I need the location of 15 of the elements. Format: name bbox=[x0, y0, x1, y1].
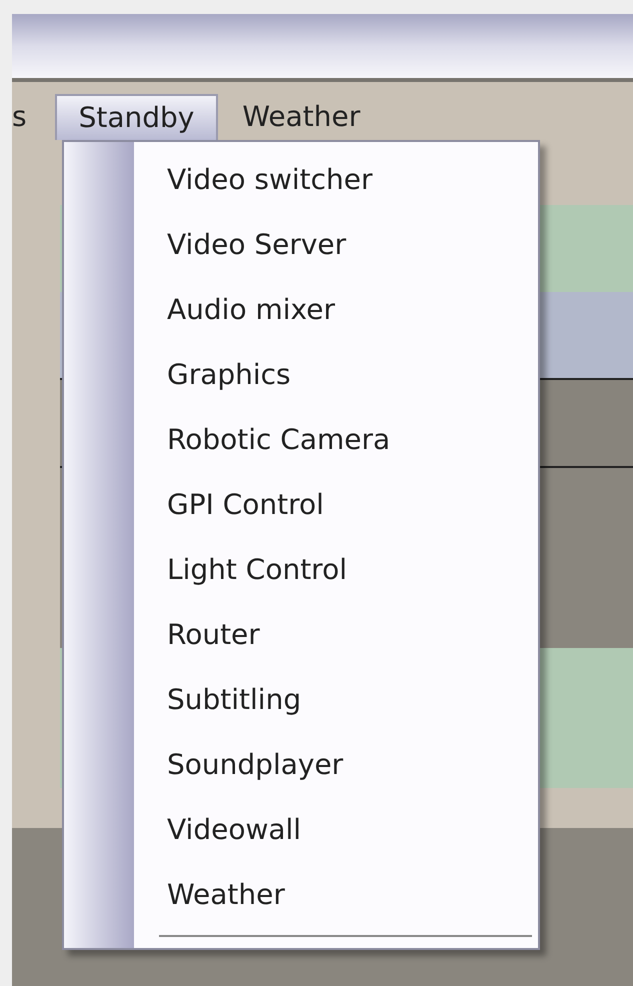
dropdown-item[interactable]: Graphics bbox=[167, 342, 532, 407]
menu-item[interactable]: Standby bbox=[54, 94, 218, 140]
dropdown-item[interactable]: Videowall bbox=[167, 797, 532, 862]
menu-item[interactable]: s bbox=[12, 94, 55, 140]
dropdown-item[interactable]: Video Server bbox=[167, 212, 532, 277]
dropdown-item[interactable]: Soundplayer bbox=[167, 732, 532, 797]
dropdown-item[interactable]: Video switcher bbox=[167, 147, 532, 212]
dropdown-item[interactable]: Robotic Camera bbox=[167, 407, 532, 472]
dropdown-item[interactable]: Weather bbox=[167, 862, 532, 927]
menu-item[interactable]: Weather bbox=[218, 94, 384, 140]
dropdown-item[interactable]: Audio mixer bbox=[167, 277, 532, 342]
dropdown-item[interactable]: Subtitling bbox=[167, 667, 532, 732]
dropdown-item[interactable]: GPI Control bbox=[167, 472, 532, 537]
dropdown-item[interactable]: Router bbox=[167, 602, 532, 667]
dropdown-item[interactable]: Light Control bbox=[167, 537, 532, 602]
